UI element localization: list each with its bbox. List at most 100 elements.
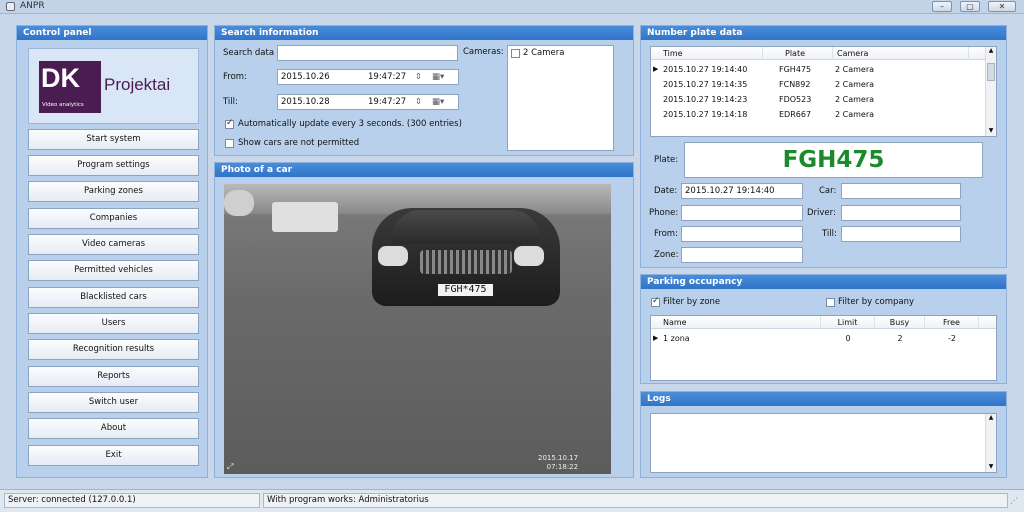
- col-free[interactable]: Free: [925, 316, 979, 329]
- cell-plate: FDO523: [779, 95, 812, 104]
- filter-company-label: Filter by company: [838, 297, 915, 307]
- permitted-vehicles-button[interactable]: Permitted vehicles: [28, 260, 199, 281]
- table-row[interactable]: ▶ 1 zona 0 2 -2: [651, 331, 996, 346]
- minimize-button[interactable]: –: [932, 1, 952, 12]
- about-button[interactable]: About: [28, 418, 199, 439]
- phone-field[interactable]: [681, 205, 803, 221]
- col-plate[interactable]: Plate: [763, 47, 833, 60]
- status-bar: Server: connected (127.0.0.1) With progr…: [0, 489, 1024, 512]
- reports-button[interactable]: Reports: [28, 366, 199, 387]
- table-row[interactable]: 2015.10.27 19:14:35 FCN892 2 Camera: [651, 77, 996, 92]
- table-row[interactable]: ▶ 2015.10.27 19:14:40 FGH475 2 Camera: [651, 62, 996, 77]
- cell-camera: 2 Camera: [835, 110, 875, 119]
- server-status: Server: connected (127.0.0.1): [4, 493, 260, 508]
- search-data-input[interactable]: [277, 45, 458, 61]
- date-label: Date:: [654, 186, 678, 196]
- photo-car-windshield: [392, 210, 540, 244]
- parking-table-header: Name Limit Busy Free: [651, 316, 996, 329]
- logo-mark: DK Video analytics: [39, 61, 101, 113]
- logs-scrollbar[interactable]: ▲ ▼: [985, 414, 996, 472]
- photo-timestamp: 2015.10.17 07:18:22: [538, 454, 578, 472]
- control-panel-header: Control panel: [17, 26, 207, 40]
- plate-from-label: From:: [654, 229, 678, 239]
- photo-stamp-time: 07:18:22: [546, 463, 579, 471]
- resize-grip-icon[interactable]: ⋰: [1010, 496, 1018, 505]
- table-row[interactable]: 2015.10.27 19:14:23 FDO523 2 Camera: [651, 92, 996, 107]
- photo-headlight-right: [514, 246, 544, 266]
- date-field[interactable]: 2015.10.27 19:14:40: [681, 183, 803, 199]
- parking-zones-button[interactable]: Parking zones: [28, 181, 199, 202]
- car-photo: FGH*475 2015.10.17 07:18:22 ⤢: [224, 184, 611, 474]
- plate-data-header: Number plate data: [641, 26, 1006, 40]
- photo-expand-icon[interactable]: ⤢: [227, 462, 233, 472]
- plate-value-display: FGH475: [684, 142, 983, 178]
- parking-panel-header: Parking occupancy: [641, 275, 1006, 289]
- plate-till-field[interactable]: [841, 226, 961, 242]
- till-spin-icon[interactable]: ⇕: [415, 95, 422, 109]
- companies-button[interactable]: Companies: [28, 208, 199, 229]
- col-busy[interactable]: Busy: [875, 316, 925, 329]
- start-system-button[interactable]: Start system: [28, 129, 199, 150]
- video-cameras-button[interactable]: Video cameras: [28, 234, 199, 255]
- cell-time: 2015.10.27 19:14:23: [663, 95, 748, 104]
- auto-update-checkbox[interactable]: [225, 118, 234, 129]
- app-icon: [6, 2, 15, 11]
- scroll-up-icon[interactable]: ▲: [986, 47, 996, 54]
- photo-license-plate: FGH*475: [437, 283, 494, 297]
- table-row[interactable]: 2015.10.27 19:14:18 EDR667 2 Camera: [651, 107, 996, 122]
- car-field[interactable]: [841, 183, 961, 199]
- logs-scroll-down-icon[interactable]: ▼: [986, 463, 996, 470]
- cell-camera: 2 Camera: [835, 80, 875, 89]
- filter-zone-checkbox[interactable]: [651, 296, 660, 307]
- show-not-permitted-label: Show cars are not permitted: [238, 138, 360, 148]
- maximize-button[interactable]: ▢: [960, 1, 980, 12]
- title-bar: ANPR – ▢ ✕: [0, 0, 1024, 14]
- photo-car-grille: [420, 250, 512, 274]
- exit-button[interactable]: Exit: [28, 445, 199, 466]
- till-label: Till:: [223, 97, 238, 107]
- plate-from-field[interactable]: [681, 226, 803, 242]
- cell-camera: 2 Camera: [835, 65, 875, 74]
- col-time[interactable]: Time: [651, 47, 763, 60]
- blacklisted-cars-button[interactable]: Blacklisted cars: [28, 287, 199, 308]
- cell-zone-name: 1 zona: [663, 334, 690, 343]
- from-label: From:: [223, 72, 247, 82]
- col-name[interactable]: Name: [651, 316, 821, 329]
- camera-checkbox[interactable]: [511, 49, 520, 58]
- logo-name: Projektai: [104, 75, 171, 94]
- logs-list[interactable]: ▲ ▼: [650, 413, 997, 473]
- filter-company-checkbox[interactable]: [826, 298, 835, 307]
- switch-user-button[interactable]: Switch user: [28, 392, 199, 413]
- logs-scroll-up-icon[interactable]: ▲: [986, 414, 996, 421]
- plate-results-table: Time Plate Camera ▶ 2015.10.27 19:14:40 …: [650, 46, 997, 137]
- cell-limit: 0: [845, 334, 851, 343]
- driver-field[interactable]: [841, 205, 961, 221]
- till-datetime-input[interactable]: 2015.10.28 19:47:27 ⇕ ▦▾: [277, 94, 459, 110]
- plate-table-scrollbar[interactable]: ▲ ▼: [985, 47, 996, 136]
- plate-label: Plate:: [654, 155, 679, 165]
- zone-field[interactable]: [681, 247, 803, 263]
- driver-label: Driver:: [807, 208, 836, 218]
- cell-time: 2015.10.27 19:14:18: [663, 110, 748, 119]
- filter-zone-label: Filter by zone: [663, 297, 721, 307]
- show-not-permitted-checkbox[interactable]: [225, 139, 234, 148]
- users-button[interactable]: Users: [28, 313, 199, 334]
- from-calendar-icon[interactable]: ▦▾: [432, 70, 444, 84]
- search-panel: Search information Search data Cameras: …: [214, 25, 634, 156]
- photo-panel: Photo of a car FGH*475 2015.10.17 07:18:…: [214, 162, 634, 478]
- col-limit[interactable]: Limit: [821, 316, 875, 329]
- close-button[interactable]: ✕: [988, 1, 1016, 12]
- from-datetime-input[interactable]: 2015.10.26 19:47:27 ⇕ ▦▾: [277, 69, 459, 85]
- logo-box: DK Video analytics Projektai: [28, 48, 199, 124]
- till-calendar-icon[interactable]: ▦▾: [432, 95, 444, 109]
- cell-busy: 2: [897, 334, 903, 343]
- recognition-results-button[interactable]: Recognition results: [28, 339, 199, 360]
- program-settings-button[interactable]: Program settings: [28, 155, 199, 176]
- scroll-down-icon[interactable]: ▼: [986, 127, 996, 134]
- auto-update-label: Automatically update every 3 seconds. (3…: [238, 119, 462, 129]
- logs-panel: Logs ▲ ▼: [640, 391, 1007, 478]
- scroll-thumb[interactable]: [987, 63, 995, 81]
- col-camera[interactable]: Camera: [833, 47, 969, 60]
- from-spin-icon[interactable]: ⇕: [415, 70, 422, 84]
- camera-item-label: 2 Camera: [523, 48, 565, 58]
